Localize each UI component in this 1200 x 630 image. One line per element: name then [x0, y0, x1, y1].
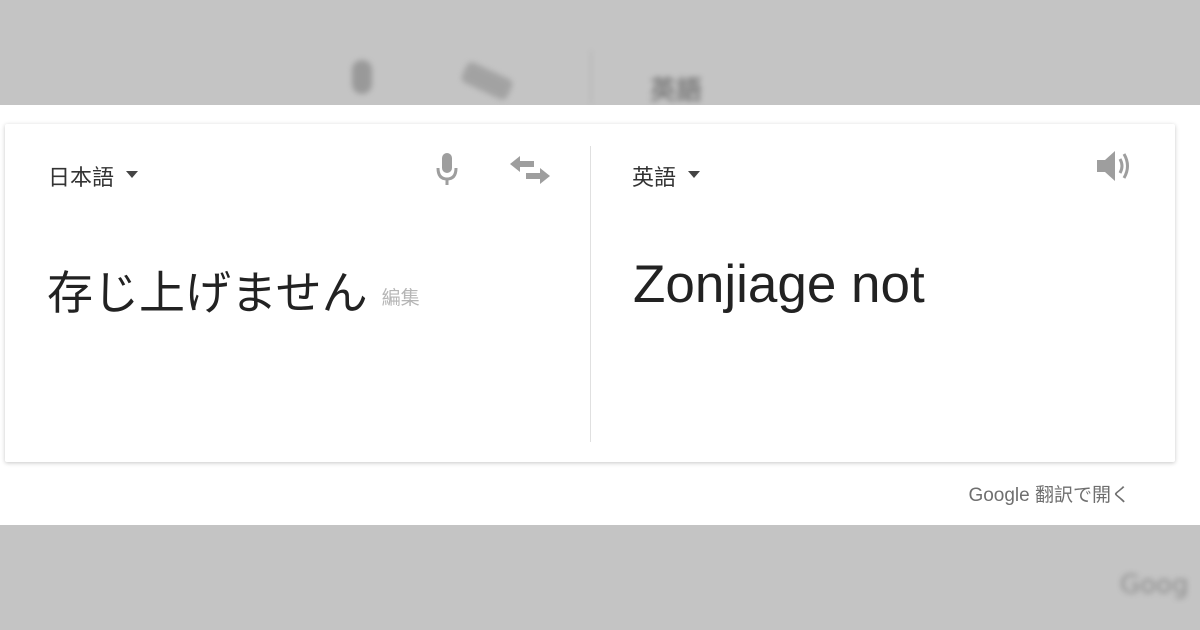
ghost-bottom-text: Goog	[1120, 570, 1189, 600]
source-text[interactable]: 存じ上げません 編集	[47, 257, 420, 323]
edit-link[interactable]: 編集	[382, 287, 420, 309]
dropdown-caret-icon	[126, 170, 139, 178]
source-text-value: 存じ上げません	[47, 266, 368, 320]
swap-languages-icon	[510, 156, 550, 184]
listen-button[interactable]	[1091, 144, 1135, 188]
target-language-select[interactable]: 英語	[632, 160, 701, 192]
source-language-label: 日本語	[48, 166, 115, 191]
dropdown-caret-icon	[688, 170, 701, 178]
ghost-microphone-icon	[352, 60, 372, 94]
target-language-label: 英語	[632, 166, 677, 191]
background-top-blurred: 英語	[0, 0, 1200, 105]
target-pane: 英語 Zonjiage not	[591, 124, 1175, 462]
open-in-google-translate-link[interactable]: Google 翻訳で開く	[968, 480, 1130, 507]
ghost-swap-icon	[459, 60, 515, 102]
source-pane: 日本語 存じ上げません 編集	[5, 124, 590, 462]
translate-widget: 日本語 存じ上げません 編集 英語 Zonjiage not Google 翻訳…	[0, 105, 1200, 525]
background-bottom-blurred: Goog	[0, 525, 1200, 630]
translated-text: Zonjiage not	[633, 255, 925, 314]
microphone-button[interactable]	[425, 148, 469, 192]
microphone-icon	[436, 153, 458, 185]
ghost-language-label: 英語	[650, 76, 703, 105]
speaker-icon	[1097, 151, 1129, 181]
ghost-divider	[590, 50, 592, 105]
source-language-select[interactable]: 日本語	[48, 160, 139, 192]
swap-languages-button[interactable]	[508, 148, 552, 192]
translate-card: 日本語 存じ上げません 編集 英語 Zonjiage not	[5, 124, 1175, 462]
